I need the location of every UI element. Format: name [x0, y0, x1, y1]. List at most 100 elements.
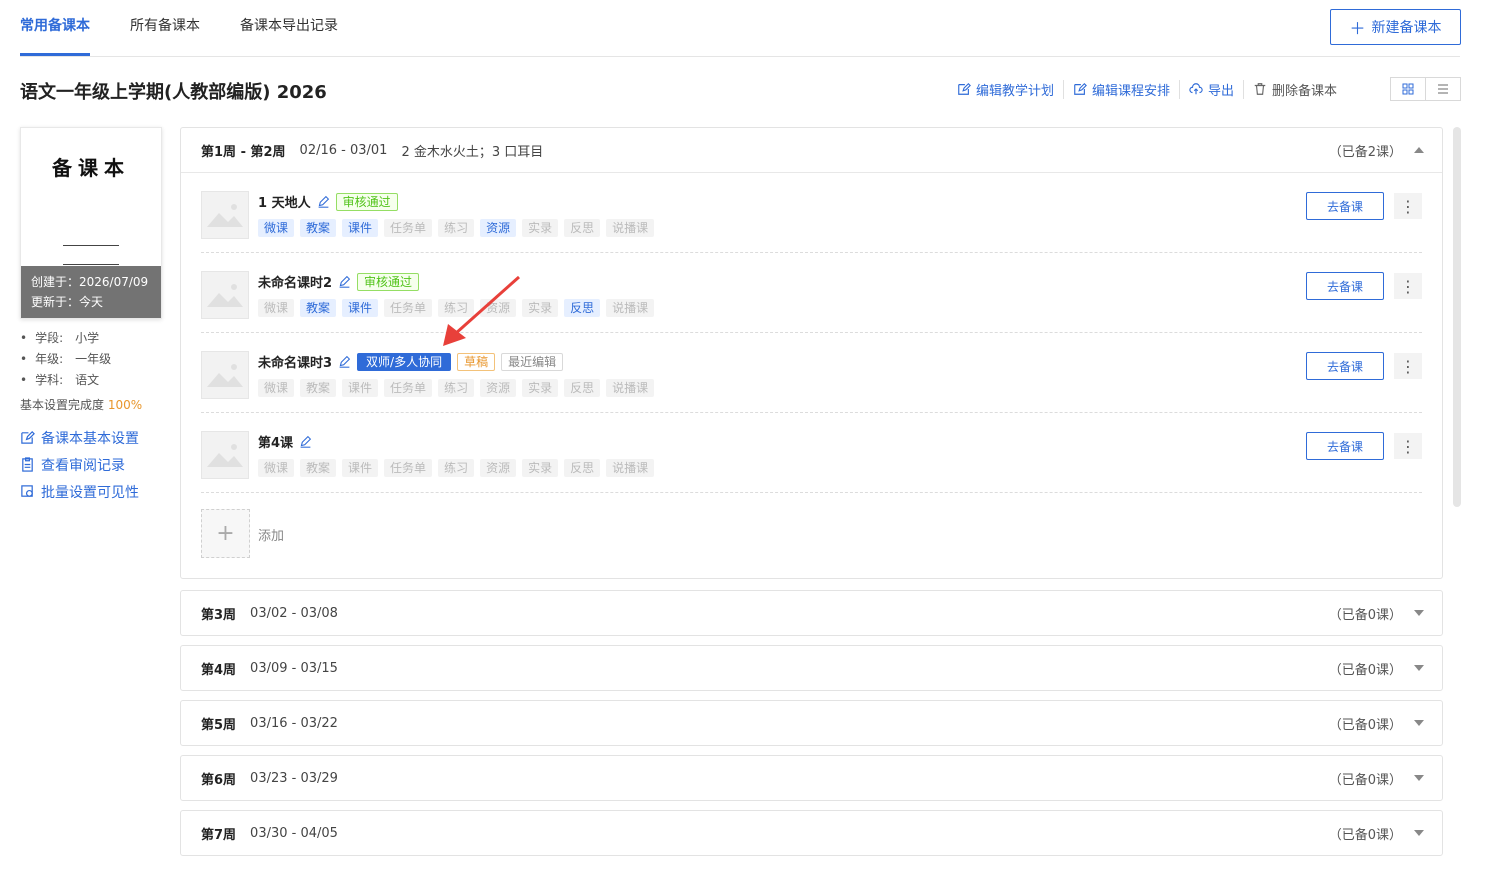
plus-icon: ＋: [1349, 19, 1366, 38]
resource-tag[interactable]: 任务单: [384, 299, 433, 317]
more-icon[interactable]: ⋮: [1394, 353, 1422, 379]
resource-tag[interactable]: 实录: [522, 219, 559, 237]
resource-tag[interactable]: 实录: [522, 459, 559, 477]
week-panel-5: 第5周 03/16 - 03/22 （已备0课）: [180, 700, 1443, 746]
resource-tag[interactable]: 任务单: [384, 219, 433, 237]
resource-tag[interactable]: 练习: [438, 299, 475, 317]
tab-common-notebooks[interactable]: 常用备课本: [20, 15, 90, 56]
lesson-tags: 微课 教案 课件 任务单 练习 资源 实录 反思 说播课: [258, 219, 655, 237]
week-range: 03/02 - 03/08: [250, 605, 338, 621]
resource-tag[interactable]: 练习: [438, 459, 475, 477]
notebook-cover[interactable]: 备课本 创建于：2026/07/09 更新于：今天: [20, 127, 162, 319]
edit-course-schedule-button[interactable]: 编辑课程安排: [1064, 79, 1181, 99]
week-header[interactable]: 第5周 03/16 - 03/22 （已备0课）: [181, 701, 1442, 745]
resource-tag[interactable]: 资源: [480, 299, 517, 317]
lesson-name: 第4课: [258, 436, 294, 451]
pencil-icon[interactable]: [299, 435, 312, 448]
go-prepare-button[interactable]: 去备课: [1306, 272, 1384, 300]
go-prepare-button[interactable]: 去备课: [1306, 192, 1384, 220]
resource-tag[interactable]: 课件: [342, 219, 379, 237]
tab-bar: 常用备课本 所有备课本 备课本导出记录: [20, 0, 1460, 57]
edit-icon: [1074, 82, 1087, 95]
resource-tag[interactable]: 反思: [564, 299, 601, 317]
pencil-icon[interactable]: [338, 275, 351, 288]
grid-icon: [1402, 83, 1414, 95]
week-panel-3: 第3周 03/02 - 03/08 （已备0课）: [180, 590, 1443, 636]
pencil-icon[interactable]: [317, 195, 330, 208]
expand-icon[interactable]: [1414, 775, 1424, 781]
resource-tag[interactable]: 课件: [342, 299, 379, 317]
resource-tag[interactable]: 教案: [300, 459, 337, 477]
resource-tag[interactable]: 练习: [438, 219, 475, 237]
batch-visibility-link[interactable]: 批量设置可见性: [20, 478, 139, 505]
resource-tag[interactable]: 微课: [258, 379, 295, 397]
expand-icon[interactable]: [1414, 665, 1424, 671]
delete-notebook-button[interactable]: 删除备课本: [1244, 80, 1346, 99]
go-prepare-button[interactable]: 去备课: [1306, 352, 1384, 380]
resource-tag[interactable]: 微课: [258, 219, 295, 237]
lesson-name: 未命名课时3: [258, 356, 333, 371]
grid-view-button[interactable]: [1391, 78, 1426, 100]
resource-tag[interactable]: 反思: [564, 459, 601, 477]
week-range: 03/16 - 03/22: [250, 715, 338, 731]
list-view-button[interactable]: [1426, 78, 1460, 100]
collaboration-badge: 双师/多人协同: [357, 352, 452, 371]
week-header[interactable]: 第4周 03/09 - 03/15 （已备0课）: [181, 646, 1442, 690]
resource-tag[interactable]: 资源: [480, 219, 517, 237]
resource-tag[interactable]: 资源: [480, 379, 517, 397]
week-header[interactable]: 第7周 03/30 - 04/05 （已备0课）: [181, 811, 1442, 855]
resource-tag[interactable]: 说播课: [606, 299, 655, 317]
resource-tag[interactable]: 任务单: [384, 459, 433, 477]
notebook-info: 学段:小学 年级:一年级 学科:语文: [20, 328, 111, 391]
resource-tag[interactable]: 练习: [438, 379, 475, 397]
resource-tag[interactable]: 资源: [480, 459, 517, 477]
more-icon[interactable]: ⋮: [1394, 193, 1422, 219]
resource-tag[interactable]: 微课: [258, 299, 295, 317]
more-icon[interactable]: ⋮: [1394, 433, 1422, 459]
collapse-icon[interactable]: [1414, 147, 1424, 153]
resource-tag[interactable]: 实录: [522, 299, 559, 317]
resource-tag[interactable]: 说播课: [606, 459, 655, 477]
week-range: 03/09 - 03/15: [250, 660, 338, 676]
resource-tag[interactable]: 教案: [300, 379, 337, 397]
notebook-settings-link[interactable]: 备课本基本设置: [20, 424, 139, 451]
edit-icon: [21, 431, 35, 444]
scrollbar[interactable]: [1453, 127, 1461, 507]
more-icon[interactable]: ⋮: [1394, 273, 1422, 299]
side-links: 备课本基本设置 查看审阅记录 批量设置可见性: [20, 424, 139, 505]
week-header[interactable]: 第6周 03/23 - 03/29 （已备0课）: [181, 756, 1442, 800]
edit-teaching-plan-button[interactable]: 编辑教学计划: [948, 79, 1065, 99]
week-range: 03/30 - 04/05: [250, 825, 338, 841]
tab-export-records[interactable]: 备课本导出记录: [240, 15, 338, 56]
tab-all-notebooks[interactable]: 所有备课本: [130, 15, 200, 56]
resource-tag[interactable]: 反思: [564, 219, 601, 237]
resource-tag[interactable]: 任务单: [384, 379, 433, 397]
export-button[interactable]: 导出: [1180, 79, 1245, 99]
expand-icon[interactable]: [1414, 610, 1424, 616]
view-toggle: [1390, 77, 1461, 101]
week-panel-7: 第7周 03/30 - 04/05 （已备0课）: [180, 810, 1443, 856]
add-icon[interactable]: +: [201, 509, 250, 558]
add-lesson-label[interactable]: 添加: [258, 525, 284, 544]
expand-icon[interactable]: [1414, 830, 1424, 836]
resource-tag[interactable]: 课件: [342, 459, 379, 477]
week-header[interactable]: 第3周 03/02 - 03/08 （已备0课）: [181, 591, 1442, 635]
new-notebook-button[interactable]: ＋ 新建备课本: [1330, 9, 1461, 45]
resource-tag[interactable]: 说播课: [606, 219, 655, 237]
resource-tag[interactable]: 教案: [300, 299, 337, 317]
week-header[interactable]: 第1周 - 第2周 02/16 - 03/01 2 金木水火土；3 口耳目 （已…: [181, 128, 1442, 172]
review-records-link[interactable]: 查看审阅记录: [20, 451, 139, 478]
image-placeholder-icon: [201, 191, 249, 239]
created-date: 创建于：2026/07/09: [31, 275, 149, 289]
resource-tag[interactable]: 反思: [564, 379, 601, 397]
resource-tag[interactable]: 实录: [522, 379, 559, 397]
week-panel-1: 第1周 - 第2周 02/16 - 03/01 2 金木水火土；3 口耳目 （已…: [180, 127, 1443, 579]
cover-line: [63, 264, 119, 265]
pencil-icon[interactable]: [338, 355, 351, 368]
resource-tag[interactable]: 课件: [342, 379, 379, 397]
resource-tag[interactable]: 微课: [258, 459, 295, 477]
resource-tag[interactable]: 说播课: [606, 379, 655, 397]
resource-tag[interactable]: 教案: [300, 219, 337, 237]
go-prepare-button[interactable]: 去备课: [1306, 432, 1384, 460]
expand-icon[interactable]: [1414, 720, 1424, 726]
